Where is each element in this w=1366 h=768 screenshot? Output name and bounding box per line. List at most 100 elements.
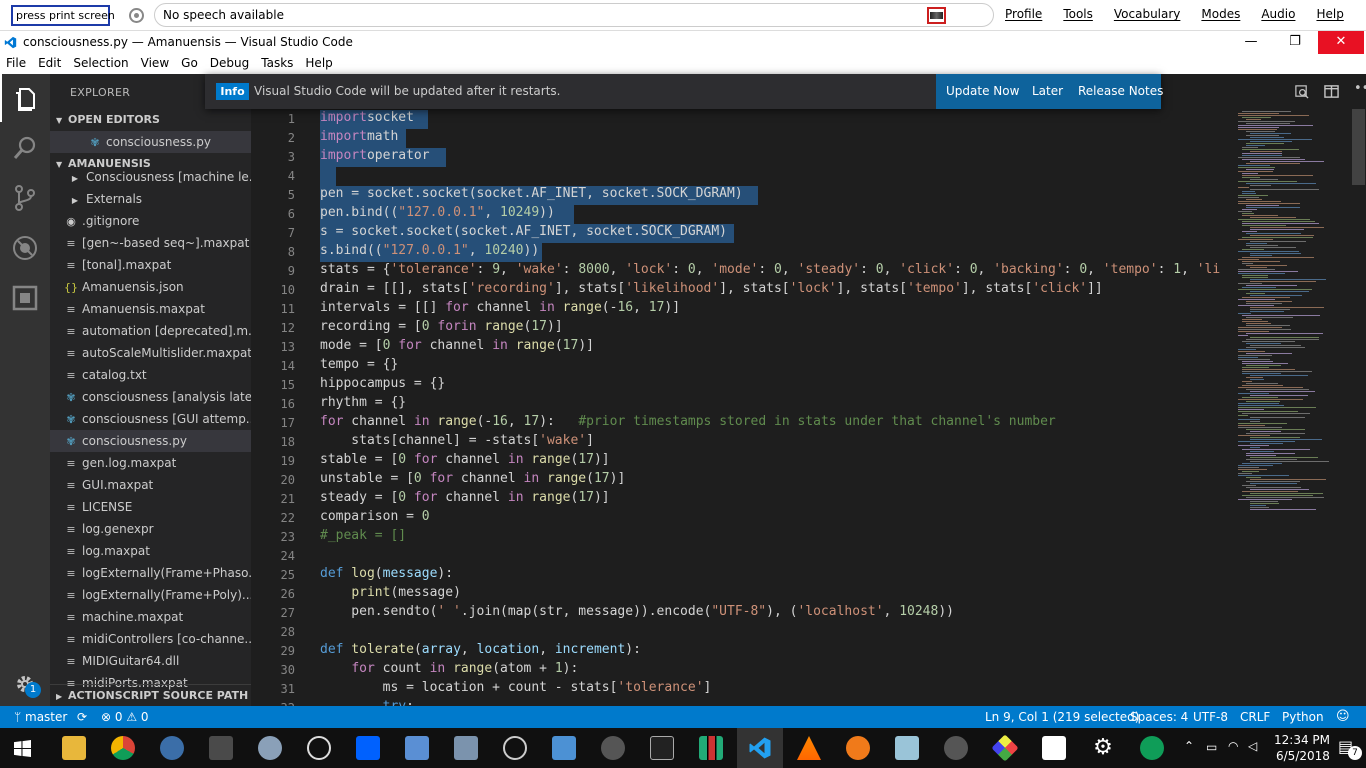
file-tree-item[interactable]: ≡ autoScaleMultislider.maxpat xyxy=(50,342,251,364)
wifi-icon[interactable]: ◠ xyxy=(1228,739,1238,753)
later-button[interactable]: Later xyxy=(1032,84,1063,98)
speech-menu-audio[interactable]: Audio xyxy=(1261,7,1295,21)
audio-meter-icon[interactable] xyxy=(699,736,723,760)
menu-file[interactable]: File xyxy=(6,54,26,74)
vscode-taskbar-icon[interactable] xyxy=(748,736,772,760)
split-editor-icon[interactable] xyxy=(1324,84,1339,99)
problems-indicator[interactable]: ⊗ 0 ⚠ 0 xyxy=(101,710,149,724)
menu-view[interactable]: View xyxy=(141,54,169,74)
file-explorer-icon[interactable] xyxy=(62,736,86,760)
speech-menu-modes[interactable]: Modes xyxy=(1201,7,1240,21)
menu-go[interactable]: Go xyxy=(181,54,198,74)
remote-desktop-icon[interactable] xyxy=(552,736,576,760)
file-tree-item[interactable]: ≡ catalog.txt xyxy=(50,364,251,386)
file-tree-item[interactable]: ≡ midiControllers [co-channe... xyxy=(50,628,251,650)
actionscript-source-path-header[interactable]: ▶ ACTIONSCRIPT SOURCE PATH xyxy=(50,684,251,705)
code-line[interactable]: mode = [0 for channel in range(17)] xyxy=(320,338,594,353)
code-line[interactable]: pen.bind(("127.0.0.1", 10249)) xyxy=(320,205,555,220)
clock-time[interactable]: 12:34 PM xyxy=(1274,733,1330,747)
code-line[interactable]: def log(message): xyxy=(320,566,453,581)
language-mode[interactable]: Python xyxy=(1282,710,1324,724)
code-line[interactable]: comparison = 0 xyxy=(320,509,430,524)
menu-tasks[interactable]: Tasks xyxy=(261,54,293,74)
encoding[interactable]: UTF-8 xyxy=(1193,710,1228,724)
line-ending[interactable]: CRLF xyxy=(1240,710,1270,724)
vertical-scrollbar[interactable] xyxy=(1351,109,1366,706)
file-tree-item[interactable]: ≡ Amanuensis.maxpat xyxy=(50,298,251,320)
microphone-icon[interactable] xyxy=(129,8,144,23)
code-line[interactable]: intervals = [[] for channel in range(-16… xyxy=(320,300,680,315)
code-line[interactable]: stats = {'tolerance': 9, 'wake': 8000, '… xyxy=(320,262,1220,277)
open-editor-item[interactable]: ✾ consciousness.py xyxy=(50,131,251,153)
file-tree-item[interactable]: ≡ logExternally(Frame+Poly).... xyxy=(50,584,251,606)
debug-icon[interactable] xyxy=(11,234,39,262)
code-line[interactable]: recording = [0 forin range(17)] xyxy=(320,319,563,334)
volume-meter-icon[interactable] xyxy=(927,7,946,24)
command-prompt-icon[interactable] xyxy=(650,736,674,760)
file-tree-item[interactable]: ≡ [tonal].maxpat xyxy=(50,254,251,276)
seven-app-icon[interactable] xyxy=(601,736,625,760)
speech-menu-tools[interactable]: Tools xyxy=(1063,7,1093,21)
code-line[interactable]: try: xyxy=(320,699,414,706)
git-branch[interactable]: ᛘ master xyxy=(14,710,67,724)
feedback-smiley-icon[interactable]: ☺ xyxy=(1336,709,1350,724)
code-line[interactable]: importsocket xyxy=(320,110,414,125)
code-line[interactable]: for channel in range(-16, 17): #prior ti… xyxy=(320,414,1056,429)
dropbox-icon[interactable] xyxy=(356,736,380,760)
file-tree-item[interactable]: ✾ consciousness.py xyxy=(50,430,251,452)
code-line[interactable]: importoperator xyxy=(320,148,430,163)
file-tree-item[interactable]: ≡ [gen~-based seq~].maxpat xyxy=(50,232,251,254)
file-tree-item[interactable]: ≡ LICENSE xyxy=(50,496,251,518)
seven-app-2-icon[interactable] xyxy=(944,736,968,760)
menu-edit[interactable]: Edit xyxy=(38,54,61,74)
file-tree-item[interactable]: ✾ consciousness [GUI attemp... xyxy=(50,408,251,430)
code-line[interactable]: print(message) xyxy=(320,585,461,600)
file-tree-item[interactable]: ≡ GUI.maxpat xyxy=(50,474,251,496)
file-tree-item[interactable]: ≡ automation [deprecated].m... xyxy=(50,320,251,342)
code-line[interactable]: def tolerate(array, location, increment)… xyxy=(320,642,641,657)
vlc-icon[interactable] xyxy=(797,736,821,760)
close-button[interactable]: ✕ xyxy=(1318,31,1364,54)
source-control-icon[interactable] xyxy=(11,184,39,212)
code-line[interactable]: stable = [0 for channel in range(17)] xyxy=(320,452,610,467)
windows-start-icon[interactable] xyxy=(14,740,31,757)
code-editor[interactable]: 1 importsocket 2 importmath 3 importoperator 4… xyxy=(251,109,1236,706)
speech-menu-profile[interactable]: Profile xyxy=(1005,7,1042,21)
clock-date[interactable]: 6/5/2018 xyxy=(1276,749,1330,763)
print-screen-button[interactable]: press print screen xyxy=(11,5,115,26)
indentation[interactable]: Spaces: 4 xyxy=(1130,710,1188,724)
minimize-button[interactable]: — xyxy=(1228,31,1274,54)
code-line[interactable]: for count in range(atom + 1): xyxy=(320,661,578,676)
code-line[interactable]: s.bind(("127.0.0.1", 10240)) xyxy=(320,243,539,258)
code-line[interactable]: s = socket.socket(socket.AF_INET, socket… xyxy=(320,224,727,239)
file-tree-item[interactable]: ≡ logExternally(Frame+Phaso... xyxy=(50,562,251,584)
tray-chevron-icon[interactable]: ⌃ xyxy=(1184,739,1194,753)
menu-selection[interactable]: Selection xyxy=(73,54,128,74)
file-tree-item[interactable]: ≡ MIDIGuitar64.dll xyxy=(50,650,251,672)
code-line[interactable]: unstable = [0 for channel in range(17)] xyxy=(320,471,625,486)
code-line[interactable]: tempo = {} xyxy=(320,357,398,372)
code-line[interactable]: pen.sendto(' '.join(map(str, message)).e… xyxy=(320,604,954,619)
explorer-icon[interactable] xyxy=(11,84,39,112)
extensions-icon[interactable] xyxy=(11,284,39,312)
dragon-icon[interactable] xyxy=(846,736,870,760)
speech-result-field[interactable]: No speech available xyxy=(154,3,994,27)
settings-app-icon[interactable]: ⚙ xyxy=(1091,736,1115,760)
code-line[interactable]: hippocampus = {} xyxy=(320,376,445,391)
file-tree-item[interactable]: ◉ .gitignore xyxy=(50,210,251,232)
file-tree-item[interactable]: ≡ log.genexpr xyxy=(50,518,251,540)
code-line[interactable]: drain = [[], stats['recording'], stats['… xyxy=(320,281,1103,296)
open-editors-header[interactable]: ▼ OPEN EDITORS xyxy=(50,109,251,130)
resource-monitor-icon[interactable] xyxy=(454,736,478,760)
file-tree-item[interactable]: ≡ log.maxpat xyxy=(50,540,251,562)
menu-help[interactable]: Help xyxy=(305,54,332,74)
speech-menu-help[interactable]: Help xyxy=(1316,7,1343,21)
code-line[interactable]: pen = socket.socket(socket.AF_INET, sock… xyxy=(320,186,743,201)
file-tree-item[interactable]: ≡ machine.maxpat xyxy=(50,606,251,628)
code-line[interactable]: importmath xyxy=(320,129,398,144)
diamond-app-icon[interactable] xyxy=(991,734,1019,762)
paint-icon[interactable] xyxy=(258,736,282,760)
image-viewer-icon[interactable] xyxy=(405,736,429,760)
minimap[interactable] xyxy=(1236,109,1351,706)
file-tree-item[interactable]: ▶ Externals xyxy=(50,188,251,210)
